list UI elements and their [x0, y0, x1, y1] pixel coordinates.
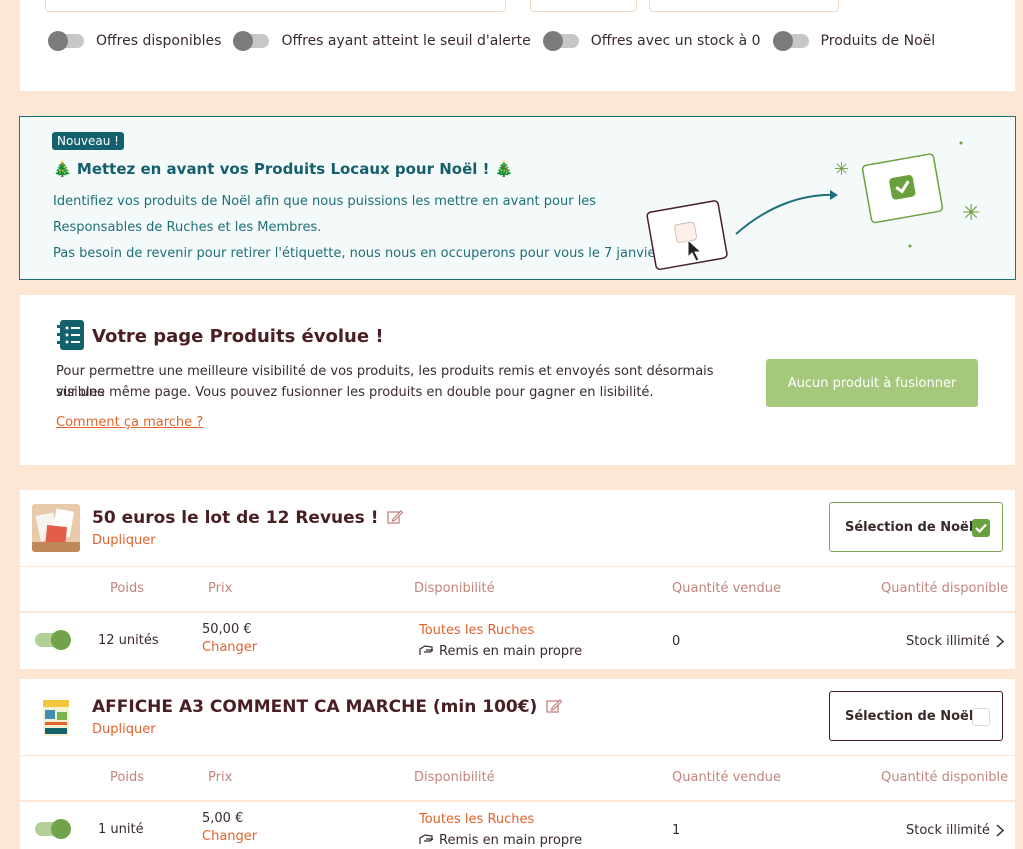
toggle-label: Produits de Noël: [820, 33, 936, 49]
product-columns-header: Poids Prix Disponibilité Quantité vendue…: [20, 756, 1015, 800]
noel-banner-title: 🎄 Mettez en avant vos Produits Locaux po…: [53, 160, 514, 178]
noel-illustration: ✳ ✳: [646, 141, 980, 271]
edit-icon[interactable]: [387, 510, 404, 524]
noel-banner-text-1: Identifiez vos produits de Noël afin que…: [53, 194, 597, 209]
products-evolve-card: Votre page Produits évolue ! Pour permet…: [20, 295, 1015, 465]
product-thumbnail: [32, 693, 80, 741]
evolve-title: Votre page Produits évolue !: [92, 326, 384, 347]
col-prix: Prix: [208, 581, 233, 596]
quantity-sold: 0: [672, 634, 681, 649]
christmas-selection-label: Sélection de Noël: [845, 519, 974, 535]
offer-active-toggle[interactable]: [35, 819, 71, 839]
edit-icon[interactable]: [546, 699, 563, 713]
toggle-produits-noel[interactable]: Produits de Noël: [772, 31, 936, 51]
svg-text:✳: ✳: [834, 159, 849, 180]
filter-select-1[interactable]: [530, 0, 637, 12]
filter-select-2[interactable]: [649, 0, 839, 12]
col-disponibilite: Disponibilité: [414, 770, 495, 785]
noel-banner: Nouveau ! 🎄 Mettez en avant vos Produits…: [19, 116, 1016, 280]
stock-available: Stock illimité: [906, 823, 990, 838]
hand-delivery-icon: [419, 645, 434, 655]
christmas-selection-button[interactable]: Sélection de Noël: [829, 691, 1003, 741]
offer-weight: 1 unité: [98, 822, 144, 837]
christmas-selection-checkbox[interactable]: [972, 519, 990, 537]
col-quantite-vendue: Quantité vendue: [672, 581, 782, 596]
delivery-mode-text: Remis en main propre: [439, 833, 583, 848]
availability-link[interactable]: Toutes les Ruches: [419, 812, 534, 827]
toggle-seuil-alerte[interactable]: Offres ayant atteint le seuil d'alerte: [233, 31, 531, 51]
product-name-text: 50 euros le lot de 12 Revues !: [92, 508, 379, 528]
filters-panel: Offres disponibles Offres ayant atteint …: [20, 0, 1015, 91]
chevron-right-icon[interactable]: [996, 635, 1004, 648]
availability-link[interactable]: Toutes les Ruches: [419, 623, 534, 638]
change-price-link[interactable]: Changer: [202, 640, 257, 655]
check-icon: [975, 523, 987, 533]
delivery-mode: Remis en main propre: [419, 644, 582, 659]
christmas-selection-checkbox[interactable]: [972, 708, 990, 726]
product-name: AFFICHE A3 COMMENT CA MARCHE (min 100€): [92, 697, 563, 717]
delivery-mode-text: Remis en main propre: [439, 644, 583, 659]
toggle-switch[interactable]: [542, 31, 579, 51]
col-prix: Prix: [208, 770, 233, 785]
delivery-mode: Remis en main propre: [419, 833, 582, 848]
toggle-stock-zero[interactable]: Offres avec un stock à 0: [542, 31, 761, 51]
duplicate-link[interactable]: Dupliquer: [92, 533, 156, 548]
toggle-label: Offres avec un stock à 0: [590, 33, 761, 49]
stock-available: Stock illimité: [906, 634, 990, 649]
offer-active-toggle[interactable]: [35, 630, 71, 650]
search-input[interactable]: [45, 0, 506, 12]
toggle-switch[interactable]: [233, 31, 270, 51]
product-name-text: AFFICHE A3 COMMENT CA MARCHE (min 100€): [92, 697, 538, 717]
product-header: 50 euros le lot de 12 Revues ! Dupliquer…: [20, 490, 1015, 566]
offer-price: 5,00 €: [202, 811, 244, 826]
noel-banner-text-3: Pas besoin de revenir pour retirer l'éti…: [53, 246, 664, 261]
merge-products-button[interactable]: Aucun produit à fusionner: [766, 359, 978, 407]
product-columns-header: Poids Prix Disponibilité Quantité vendue…: [20, 567, 1015, 611]
list-book-icon: [57, 320, 84, 350]
toggle-label: Offres ayant atteint le seuil d'alerte: [281, 33, 531, 49]
product-name: 50 euros le lot de 12 Revues !: [92, 508, 404, 528]
col-disponibilite: Disponibilité: [414, 581, 495, 596]
how-it-works-link[interactable]: Comment ça marche ?: [56, 415, 203, 430]
col-poids: Poids: [110, 581, 144, 596]
toggle-label: Offres disponibles: [96, 33, 222, 49]
toggle-offres-disponibles[interactable]: Offres disponibles: [48, 31, 222, 51]
duplicate-link[interactable]: Dupliquer: [92, 722, 156, 737]
offer-row: 12 unités 50,00 € Changer Toutes les Ruc…: [20, 613, 1015, 669]
offer-row: 1 unité 5,00 € Changer Toutes les Ruches…: [20, 802, 1015, 849]
product-card: AFFICHE A3 COMMENT CA MARCHE (min 100€) …: [20, 679, 1015, 849]
evolve-text-2: sur une même page. Vous pouvez fusionner…: [56, 385, 654, 400]
hand-delivery-icon: [419, 834, 434, 844]
noel-banner-text-2: Responsables de Ruches et les Membres.: [53, 220, 322, 235]
col-quantite-disponible: Quantité disponible: [881, 770, 1009, 785]
new-badge: Nouveau !: [52, 132, 124, 150]
offer-weight: 12 unités: [98, 633, 159, 648]
product-thumbnail: [32, 504, 80, 552]
christmas-selection-label: Sélection de Noël: [845, 708, 974, 724]
col-poids: Poids: [110, 770, 144, 785]
filter-toggles: Offres disponibles Offres ayant atteint …: [48, 31, 949, 51]
toggle-switch[interactable]: [772, 31, 809, 51]
quantity-sold: 1: [672, 823, 681, 838]
chevron-right-icon[interactable]: [996, 824, 1004, 837]
christmas-selection-button[interactable]: Sélection de Noël: [829, 502, 1003, 552]
product-header: AFFICHE A3 COMMENT CA MARCHE (min 100€) …: [20, 679, 1015, 755]
offer-price: 50,00 €: [202, 622, 252, 637]
col-quantite-vendue: Quantité vendue: [672, 770, 782, 785]
svg-text:✳: ✳: [962, 201, 980, 226]
change-price-link[interactable]: Changer: [202, 829, 257, 844]
product-card: 50 euros le lot de 12 Revues ! Dupliquer…: [20, 490, 1015, 670]
col-quantite-disponible: Quantité disponible: [881, 581, 1009, 596]
toggle-switch[interactable]: [48, 31, 84, 51]
